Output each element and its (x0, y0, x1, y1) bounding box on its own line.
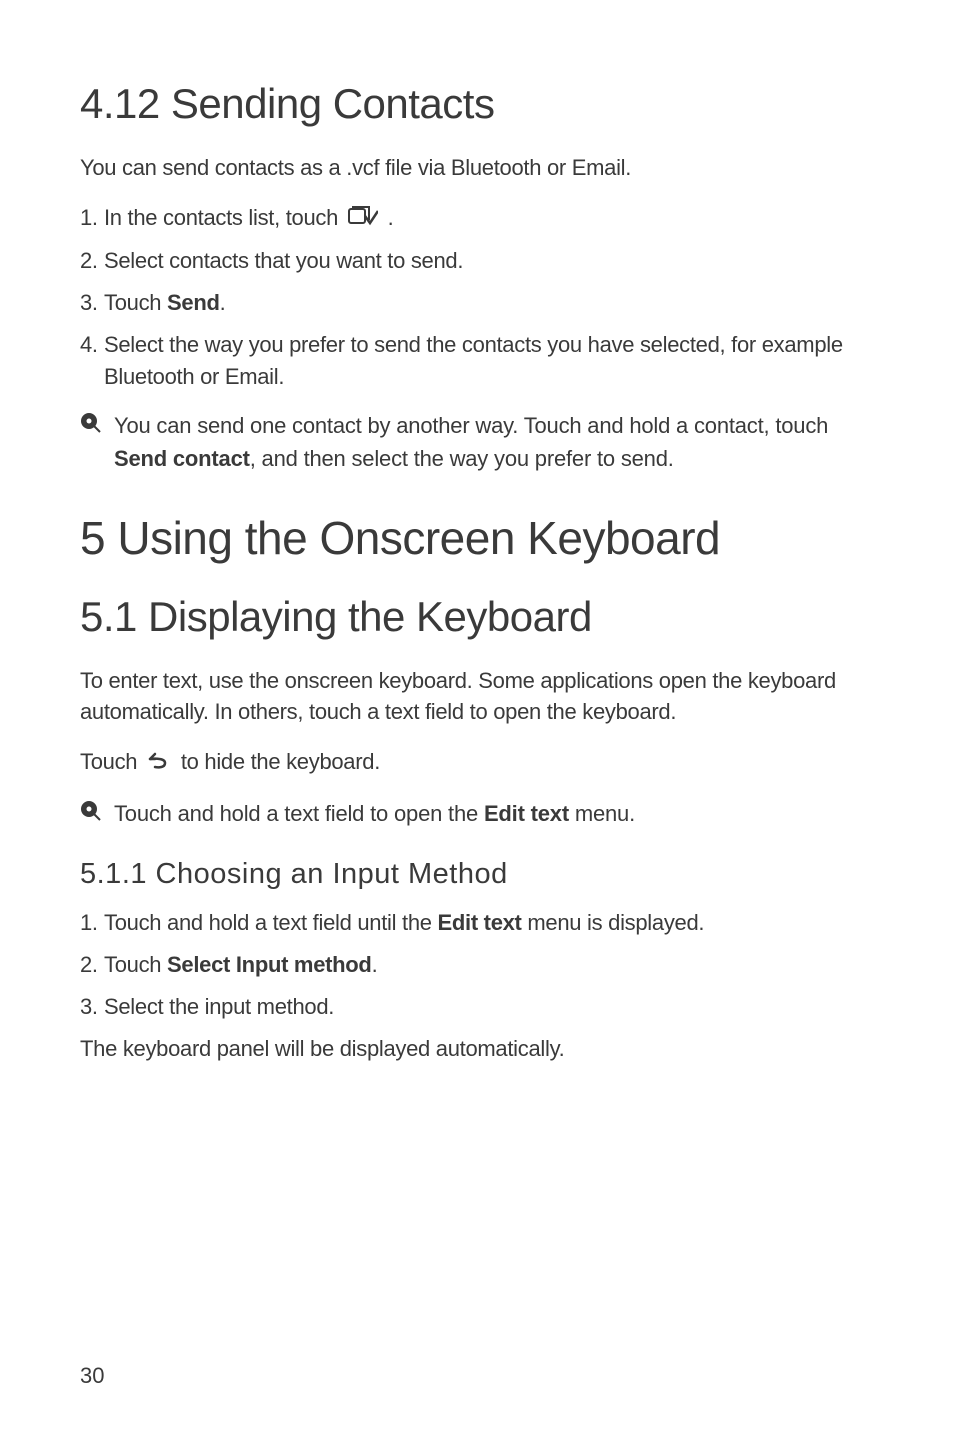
note-bold: Send contact (114, 446, 250, 471)
step-4-12-3: 3. Touch Send. (80, 287, 874, 319)
note-text: You can send one contact by another way.… (114, 409, 874, 475)
step-content: Select contacts that you want to send. (104, 245, 874, 277)
intro-5-1: To enter text, use the onscreen keyboard… (80, 665, 874, 729)
note-text: Touch and hold a text field to open the … (114, 797, 874, 830)
step-number: 3. (80, 991, 104, 1023)
intro-4-12: You can send contacts as a .vcf file via… (80, 152, 874, 184)
touch-after: to hide the keyboard. (181, 749, 380, 774)
step-number: 2. (80, 245, 104, 277)
heading-5-1-1: 5.1.1 Choosing an Input Method (80, 858, 874, 891)
step-text-bold: Send (167, 290, 220, 315)
touch-hide-line: Touch to hide the keyboard. (80, 746, 874, 779)
closing-5-1-1: The keyboard panel will be displayed aut… (80, 1033, 874, 1065)
step-5-1-1-2: 2. Touch Select Input method. (80, 949, 874, 981)
step-text-bold: Select Input method (167, 952, 372, 977)
heading-5-1: 5.1 Displaying the Keyboard (80, 593, 874, 641)
step-text-before: Touch (104, 952, 167, 977)
step-text-before: In the contacts list, touch (104, 205, 344, 230)
step-text-before: Touch and hold a text field until the (104, 910, 438, 935)
step-number: 3. (80, 287, 104, 319)
note-bold: Edit text (484, 801, 569, 826)
back-icon (147, 748, 171, 780)
note-4-12: You can send one contact by another way.… (80, 409, 874, 475)
note-after: , and then select the way you prefer to … (250, 446, 674, 471)
info-icon (80, 800, 102, 822)
step-text-after: . (372, 952, 378, 977)
step-text-before: Touch (104, 290, 167, 315)
note-before: Touch and hold a text field to open the (114, 801, 484, 826)
multi-select-icon (348, 203, 378, 235)
step-number: 1. (80, 202, 104, 235)
page-number: 30 (80, 1363, 104, 1389)
step-text-bold: Edit text (438, 910, 522, 935)
step-4-12-2: 2. Select contacts that you want to send… (80, 245, 874, 277)
step-content: Touch Select Input method. (104, 949, 874, 981)
note-5-1: Touch and hold a text field to open the … (80, 797, 874, 830)
step-5-1-1-3: 3. Select the input method. (80, 991, 874, 1023)
step-5-1-1-1: 1. Touch and hold a text field until the… (80, 907, 874, 939)
step-4-12-1: 1. In the contacts list, touch . (80, 202, 874, 235)
step-content: In the contacts list, touch . (104, 202, 874, 235)
heading-chapter-5: 5 Using the Onscreen Keyboard (80, 511, 874, 565)
info-icon (80, 412, 102, 434)
touch-before: Touch (80, 749, 143, 774)
step-text-after: . (220, 290, 226, 315)
step-content: Select the way you prefer to send the co… (104, 329, 874, 393)
step-content: Select the input method. (104, 991, 874, 1023)
step-text-after: . (388, 205, 394, 230)
step-number: 4. (80, 329, 104, 393)
step-4-12-4: 4. Select the way you prefer to send the… (80, 329, 874, 393)
step-content: Touch and hold a text field until the Ed… (104, 907, 874, 939)
step-content: Touch Send. (104, 287, 874, 319)
step-number: 2. (80, 949, 104, 981)
note-after: menu. (569, 801, 635, 826)
step-text-after: menu is displayed. (522, 910, 705, 935)
step-number: 1. (80, 907, 104, 939)
heading-4-12: 4.12 Sending Contacts (80, 80, 874, 128)
note-before: You can send one contact by another way.… (114, 413, 828, 438)
